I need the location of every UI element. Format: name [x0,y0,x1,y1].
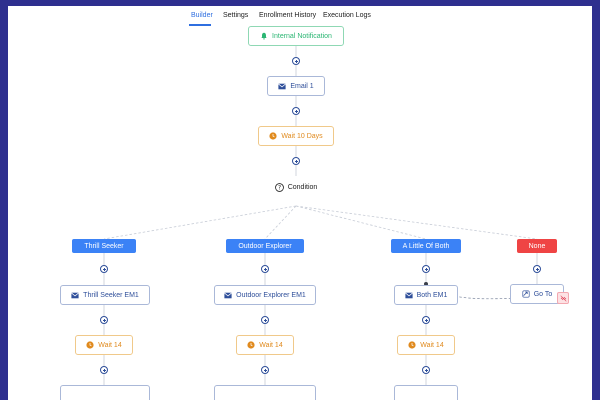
add-step-button[interactable] [292,57,300,65]
thrill-seeker-wait-label: Wait 14 [98,341,122,349]
unlink-button[interactable] [557,292,569,304]
question-circle-icon: ? [274,182,284,192]
bell-icon [260,32,268,40]
clock-icon [408,341,416,349]
add-step-button[interactable] [100,366,108,374]
clock-icon [269,132,277,140]
thrill-seeker-email-node[interactable]: Thrill Seeker EM1 [60,285,150,305]
envelope-icon [278,83,287,90]
clock-icon [86,341,94,349]
next-step-node[interactable] [214,385,316,400]
add-step-button[interactable] [261,265,269,273]
branch-outdoor-explorer[interactable]: Outdoor Explorer [226,239,304,253]
goto-link-icon [522,290,530,298]
branch-connector [295,205,427,240]
internal-notification-node[interactable]: Internal Notification [248,26,344,46]
email-1-label: Email 1 [290,82,314,90]
both-email-node[interactable]: Both EM1 [394,285,458,305]
wait-10-days-node[interactable]: Wait 10 Days [258,126,334,146]
add-step-button[interactable] [261,366,269,374]
outdoor-explorer-wait-node[interactable]: Wait 14 [236,335,294,355]
branch-none[interactable]: None [517,239,557,253]
add-step-button[interactable] [292,107,300,115]
wait-10-days-label: Wait 10 Days [281,132,323,140]
envelope-icon [224,292,233,299]
envelope-icon [71,292,80,299]
outdoor-explorer-email-label: Outdoor Explorer EM1 [236,291,306,299]
outdoor-explorer-email-node[interactable]: Outdoor Explorer EM1 [214,285,316,305]
unlink-icon [559,294,567,302]
both-wait-label: Wait 14 [420,341,444,349]
outdoor-explorer-wait-label: Wait 14 [259,341,283,349]
goto-label: Go To [533,290,553,298]
workflow-builder: Builder Settings Enrollment History Exec… [8,6,592,400]
branch-thrill-seeker[interactable]: Thrill Seeker [72,239,136,253]
branch-connector [295,205,538,240]
thrill-seeker-wait-node[interactable]: Wait 14 [75,335,133,355]
branch-connector [264,205,297,240]
both-email-label: Both EM1 [416,291,448,299]
email-1-node[interactable]: Email 1 [267,76,325,96]
add-step-button[interactable] [422,316,430,324]
condition-node[interactable]: ? Condition [264,178,328,196]
add-step-button[interactable] [422,366,430,374]
svg-text:?: ? [278,185,281,191]
add-step-button[interactable] [100,265,108,273]
both-wait-node[interactable]: Wait 14 [397,335,455,355]
add-step-button[interactable] [422,265,430,273]
add-step-button[interactable] [100,316,108,324]
envelope-icon [404,292,413,299]
add-step-button[interactable] [292,157,300,165]
next-step-node[interactable] [394,385,458,400]
clock-icon [247,341,255,349]
add-step-button[interactable] [261,316,269,324]
goto-node[interactable]: Go To [510,284,564,304]
branch-connector [103,205,297,240]
internal-notification-label: Internal Notification [272,32,332,40]
thrill-seeker-email-label: Thrill Seeker EM1 [83,291,139,299]
add-step-button[interactable] [533,265,541,273]
condition-label: Condition [287,183,318,191]
branch-a-little-of-both[interactable]: A Little Of Both [391,239,461,253]
next-step-node[interactable] [60,385,150,400]
